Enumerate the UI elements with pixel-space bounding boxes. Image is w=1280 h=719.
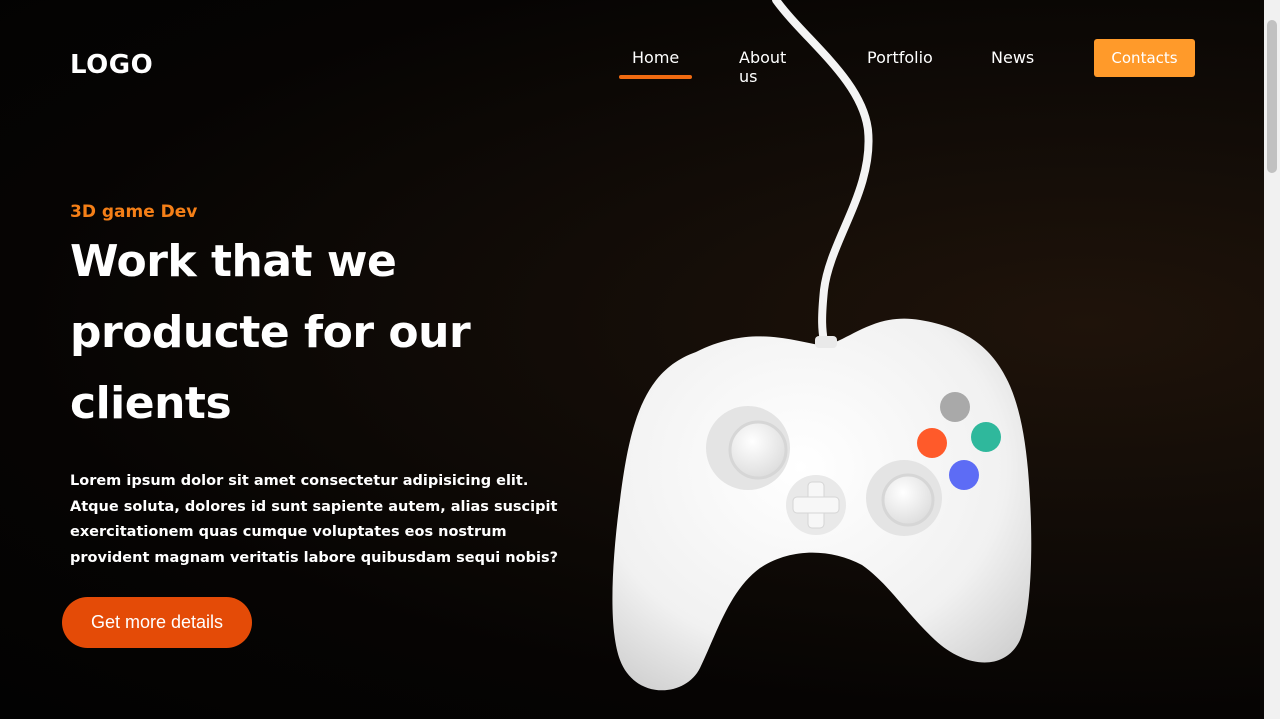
hero-description: Lorem ipsum dolor sit amet consectetur a… bbox=[70, 473, 558, 566]
right-stick-icon bbox=[881, 473, 935, 527]
cable-connector bbox=[815, 336, 837, 348]
hero-title: Work that we producte for our clients bbox=[70, 226, 540, 439]
hero-title-line: clients bbox=[70, 378, 232, 429]
gamepad-icon bbox=[612, 0, 1032, 691]
contacts-button[interactable]: Contacts bbox=[1094, 39, 1195, 77]
hero-title-line: Work that we bbox=[70, 236, 397, 287]
hero-eyebrow: 3D game Dev bbox=[70, 202, 198, 222]
page-scrollbar[interactable] bbox=[1264, 0, 1280, 719]
face-button-bottom-icon bbox=[949, 460, 979, 490]
face-button-top-icon bbox=[940, 392, 970, 422]
scrollbar-thumb[interactable] bbox=[1267, 20, 1277, 173]
dpad-icon bbox=[786, 475, 846, 535]
cable bbox=[772, 0, 873, 346]
left-stick-icon bbox=[728, 420, 788, 480]
face-button-right-icon bbox=[971, 422, 1001, 452]
hero-title-line: producte for our bbox=[70, 307, 471, 358]
face-button-left-icon bbox=[917, 428, 947, 458]
landing-page: LOGO Home About us Portfolio News Contac… bbox=[0, 0, 1264, 719]
logo[interactable]: LOGO bbox=[70, 50, 153, 80]
get-more-details-button[interactable]: Get more details bbox=[62, 597, 252, 648]
